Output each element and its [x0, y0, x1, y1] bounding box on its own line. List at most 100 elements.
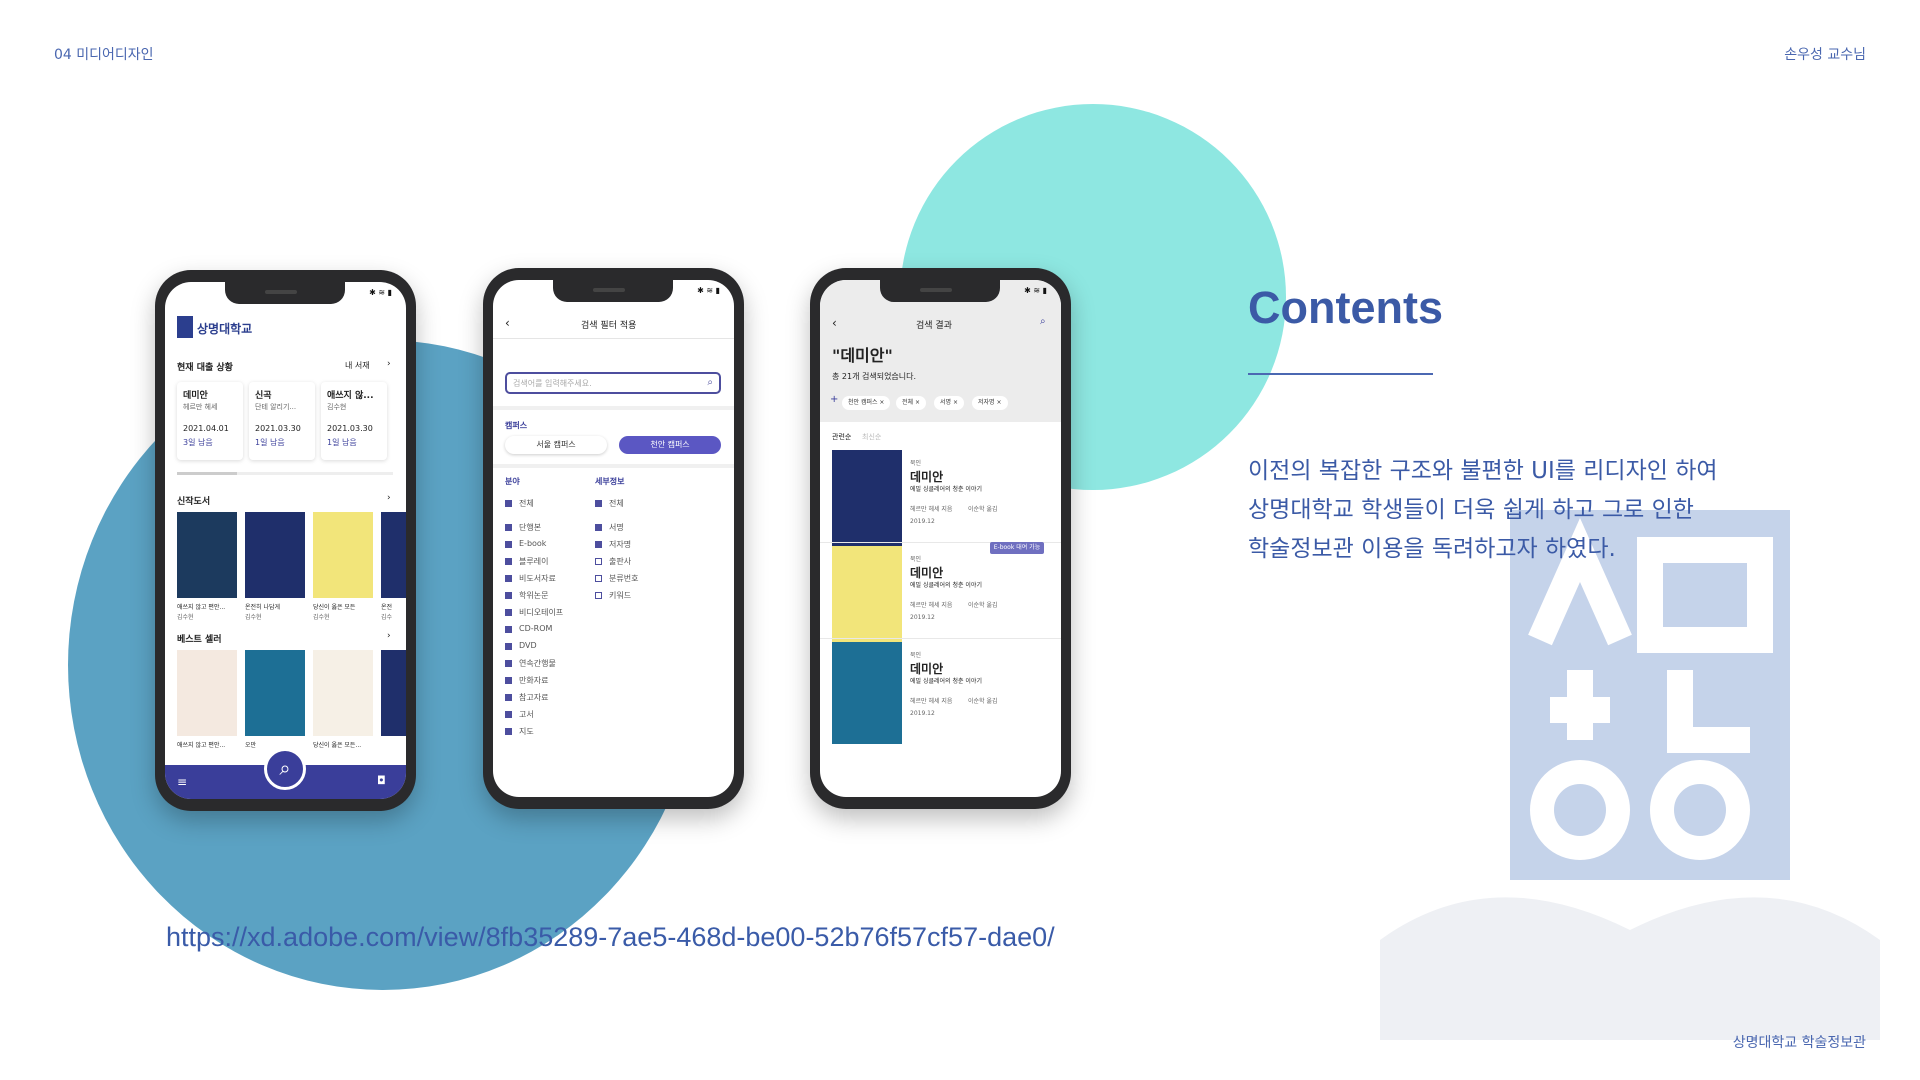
category-checkbox[interactable]: [505, 524, 512, 531]
loan-author: 단테 알리기...: [255, 403, 297, 411]
category-checkbox[interactable]: [505, 558, 512, 565]
category-checkbox[interactable]: [505, 626, 512, 633]
book-author: 김수현: [313, 614, 330, 621]
book-cover[interactable]: [177, 650, 237, 736]
category-option: 비디오테이프: [519, 608, 564, 617]
detail-checkbox[interactable]: [595, 558, 602, 565]
category-checkbox[interactable]: [505, 660, 512, 667]
section-divider: [493, 406, 734, 410]
category-checkbox[interactable]: [505, 711, 512, 718]
sort-relevance[interactable]: 관련순: [832, 432, 851, 442]
category-option: 지도: [519, 727, 534, 736]
menu-icon[interactable]: ≡: [177, 775, 187, 789]
result-author: 헤르만 헤세 지음: [910, 602, 953, 609]
app-logo-text: 상명대학교: [197, 322, 253, 336]
book-cover[interactable]: [832, 450, 902, 552]
phone-notch: [880, 280, 1000, 302]
loan-card[interactable]: 애쓰지 않... 김수현 2021.03.30 1일 남음: [321, 382, 387, 460]
filter-chip[interactable]: 전체 ×: [896, 396, 926, 410]
book-cover[interactable]: [381, 512, 406, 598]
search-input[interactable]: 검색어를 입력해주세요. ⌕: [505, 372, 721, 394]
campus-label: 캠퍼스: [505, 421, 528, 430]
phone-screen: ✱ ≋ ▮ 상명대학교 현재 대출 상황 내 서재 › 데미안 헤르만 헤세 2…: [165, 282, 406, 799]
carousel-scrollbar[interactable]: [177, 472, 393, 475]
detail-checkbox[interactable]: [595, 592, 602, 599]
book-cover[interactable]: [177, 512, 237, 598]
loan-card[interactable]: 신곡 단테 알리기... 2021.03.30 1일 남음: [249, 382, 315, 460]
category-checkbox[interactable]: [505, 728, 512, 735]
phone-notch: [225, 282, 345, 304]
detail-checkbox[interactable]: [595, 500, 602, 507]
contents-description: 이전의 복잡한 구조와 불편한 UI를 리디자인 하여 상명대학교 학생들이 더…: [1248, 452, 1808, 569]
campus-seoul-button[interactable]: 서울 캠퍼스: [505, 436, 607, 454]
result-title[interactable]: 데미안: [910, 468, 943, 485]
category-option: 참고자료: [519, 693, 549, 702]
detail-checkbox[interactable]: [595, 575, 602, 582]
category-checkbox[interactable]: [505, 500, 512, 507]
loan-remaining: 1일 남음: [255, 438, 285, 447]
category-checkbox[interactable]: [505, 575, 512, 582]
back-icon[interactable]: ‹: [832, 316, 837, 330]
category-checkbox[interactable]: [505, 609, 512, 616]
category-checkbox[interactable]: [505, 592, 512, 599]
result-title[interactable]: 데미안: [910, 660, 943, 677]
category-checkbox[interactable]: [505, 643, 512, 650]
book-title: 당신이 옳은 모든...: [313, 742, 362, 749]
category-checkbox[interactable]: [505, 694, 512, 701]
professor-name: 손우성 교수님: [1784, 47, 1866, 63]
book-cover[interactable]: [381, 650, 406, 736]
result-subtitle: 에밀 싱클레어의 청춘 이야기: [910, 678, 982, 685]
prototype-link[interactable]: https://xd.adobe.com/view/8fb35289-7ae5-…: [166, 922, 1055, 953]
detail-checkbox[interactable]: [595, 524, 602, 531]
ebook-badge[interactable]: E-book 대여 가능: [990, 542, 1044, 554]
book-cover[interactable]: [245, 650, 305, 736]
book-title: 오만: [245, 742, 257, 749]
filter-chip-label: 전체: [902, 399, 914, 406]
search-icon[interactable]: ⌕: [264, 748, 306, 790]
back-icon[interactable]: ‹: [505, 316, 510, 330]
result-tag: 북인: [910, 652, 922, 659]
loan-card[interactable]: 데미안 헤르만 헤세 2021.04.01 3일 남음: [177, 382, 243, 460]
status-bar-icons: ✱ ≋ ▮: [697, 286, 720, 295]
bestseller-title: 베스트 셀러: [177, 635, 222, 645]
sort-latest[interactable]: 최신순: [862, 432, 881, 442]
category-checkbox[interactable]: [505, 677, 512, 684]
detail-option: 분류번호: [609, 574, 639, 583]
my-shelf-link[interactable]: 내 서재: [345, 360, 370, 371]
filter-chip[interactable]: 천안 캠퍼스 ×: [842, 396, 891, 410]
result-subtitle: 에밀 싱클레어의 청춘 이야기: [910, 486, 982, 493]
filter-chip[interactable]: 저자명 ×: [972, 396, 1008, 410]
result-title[interactable]: 데미안: [910, 564, 943, 581]
book-cover[interactable]: [313, 512, 373, 598]
header-divider: [493, 338, 734, 339]
search-icon[interactable]: ⌕: [707, 377, 713, 388]
category-option: 연속간행물: [519, 659, 556, 668]
chevron-right-icon[interactable]: ›: [387, 493, 391, 503]
book-cover[interactable]: [313, 650, 373, 736]
result-year: 2019.12: [910, 710, 935, 717]
category-option: 블루레이: [519, 557, 549, 566]
detail-checkbox[interactable]: [595, 541, 602, 548]
book-cover[interactable]: [832, 642, 902, 744]
filter-chip[interactable]: 서명 ×: [934, 396, 964, 410]
loan-date: 2021.03.30: [255, 424, 301, 433]
chevron-right-icon[interactable]: ›: [387, 631, 391, 641]
campus-cheonan-button[interactable]: 천안 캠퍼스: [619, 436, 721, 454]
status-bar-icons: ✱ ≋ ▮: [1024, 286, 1047, 295]
chevron-right-icon[interactable]: ›: [387, 359, 391, 369]
filter-chip-label: 천안 캠퍼스: [848, 399, 878, 406]
description-line: 상명대학교 학생들이 더욱 쉽게 하고 그로 인한: [1248, 497, 1694, 523]
user-icon[interactable]: ◘: [377, 774, 386, 787]
category-checkbox[interactable]: [505, 541, 512, 548]
book-title: 당신이 옳은 모든: [313, 604, 356, 611]
add-filter-icon[interactable]: +: [830, 394, 838, 405]
category-option: 학위논문: [519, 591, 549, 600]
result-translator: 이순학 옮김: [968, 602, 998, 609]
loan-author: 김수현: [327, 403, 347, 411]
search-icon[interactable]: ⌕: [1040, 316, 1046, 327]
book-cover[interactable]: [832, 546, 902, 648]
book-author: 김수현: [177, 614, 194, 621]
book-author: 김수현: [245, 614, 262, 621]
book-cover[interactable]: [245, 512, 305, 598]
book-title: 애쓰지 않고 편안...: [177, 604, 226, 611]
